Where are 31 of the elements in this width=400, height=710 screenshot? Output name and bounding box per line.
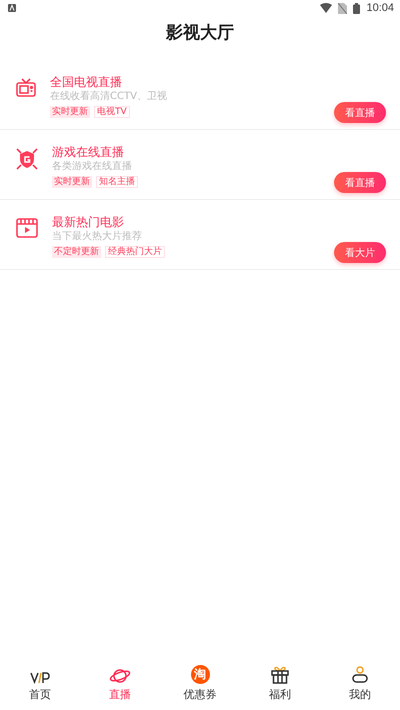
page-title: 影视大厅 — [166, 22, 234, 44]
tab-item[interactable]: 淘 优惠券 — [160, 652, 240, 702]
tag: 经典热门大片 — [105, 246, 165, 258]
notification-icon — [8, 4, 16, 12]
tv-icon — [16, 78, 36, 98]
battery-icon — [353, 2, 360, 14]
shield-icon — [16, 148, 38, 170]
no-sim-icon — [338, 2, 348, 14]
planet-icon — [109, 668, 131, 684]
wifi-icon — [320, 3, 332, 13]
tab-item[interactable]: 我的 — [320, 652, 400, 702]
tag: 实时更新 — [50, 106, 90, 118]
gift-icon — [271, 666, 289, 684]
tab-item[interactable]: 福利 — [240, 652, 320, 702]
tab-item[interactable]: 首页 — [0, 652, 80, 702]
item-title: 最新热门电影 — [52, 214, 125, 230]
item-subtitle: 各类游戏在线直播 — [52, 160, 133, 173]
clock: 10:04 — [366, 2, 394, 14]
vip-icon — [30, 672, 50, 684]
item-title: 全国电视直播 — [50, 74, 123, 90]
item-title: 游戏在线直播 — [52, 144, 125, 160]
tag: 电视TV — [94, 106, 130, 118]
tag: 知名主播 — [96, 176, 138, 188]
video-clip-icon — [16, 218, 38, 238]
item-subtitle: 在线收看高清CCTV、卫视 — [50, 90, 168, 103]
tab-item[interactable]: 直播 — [80, 652, 160, 702]
tag: 实时更新 — [52, 176, 92, 188]
tag: 不定时更新 — [52, 246, 101, 258]
taobao-icon: 淘 — [190, 665, 210, 684]
user-icon — [352, 666, 368, 684]
item-subtitle: 当下最火热大片推荐 — [52, 230, 143, 243]
